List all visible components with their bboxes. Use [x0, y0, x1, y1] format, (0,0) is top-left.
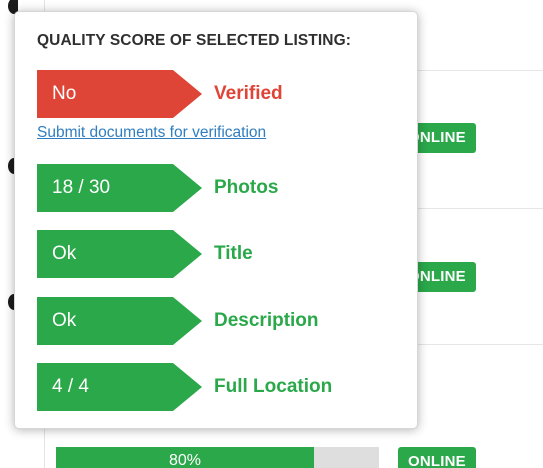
score-label: Verified	[214, 83, 283, 104]
score-row-photos: 18 / 30 Photos	[37, 164, 407, 212]
score-value: 4 / 4	[52, 376, 89, 397]
score-value: Ok	[52, 310, 77, 331]
quality-progress-text: 80%	[168, 452, 202, 468]
score-row-title: Ok Title	[37, 230, 407, 278]
score-row-verified: No Verified	[37, 70, 407, 118]
score-value: No	[52, 83, 77, 104]
score-row-description: Ok Description	[37, 297, 407, 345]
score-value: 18 / 30	[52, 177, 111, 198]
score-row-full-location: 4 / 4 Full Location	[37, 363, 407, 411]
score-label: Description	[214, 310, 319, 331]
submit-documents-link[interactable]: Submit documents for verification	[37, 124, 266, 142]
quality-progress-bar: 80%	[56, 447, 379, 468]
status-badge-online: ONLINE	[398, 447, 476, 468]
score-label: Photos	[214, 177, 279, 198]
popover-title: QUALITY SCORE OF SELECTED LISTING:	[37, 32, 351, 49]
score-label: Full Location	[214, 376, 333, 397]
score-label: Title	[214, 243, 253, 264]
score-value: Ok	[52, 243, 77, 264]
listings-screen: ONLINE ONLINE ONLINE 80% QUALITY SCORE O…	[0, 0, 543, 468]
quality-score-popover: QUALITY SCORE OF SELECTED LISTING: No Ve…	[14, 11, 418, 429]
